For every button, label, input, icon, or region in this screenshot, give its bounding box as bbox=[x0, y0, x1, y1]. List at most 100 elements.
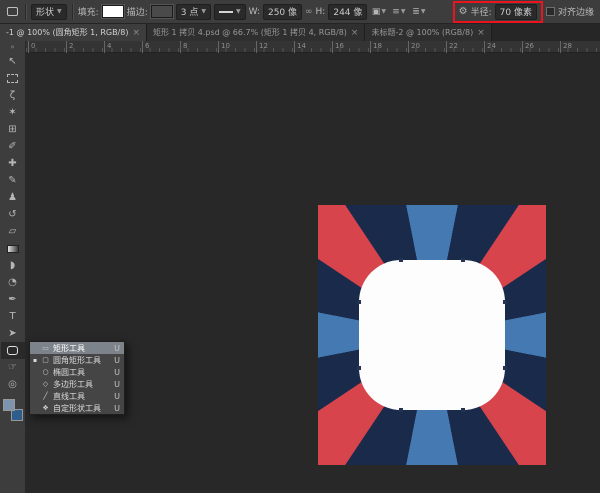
path-anchor-point[interactable] bbox=[503, 366, 507, 370]
tab-close-icon[interactable]: × bbox=[477, 28, 485, 38]
height-input[interactable]: 244 像 bbox=[328, 4, 367, 20]
menu-item-rounded-rectangle-tool-icon: ▢ bbox=[41, 356, 50, 364]
radius-value: 70 像素 bbox=[500, 5, 532, 18]
move-tool[interactable]: ↖ bbox=[1, 53, 25, 70]
tab-title: -1 @ 100% (圆角矩形 1, RGB/8) bbox=[6, 27, 128, 38]
clone-stamp-tool[interactable]: ♟ bbox=[1, 189, 25, 206]
ruler-number: 24 bbox=[484, 41, 496, 53]
ruler-number: 2 bbox=[66, 41, 73, 53]
eraser-tool[interactable]: ▱ bbox=[1, 223, 25, 240]
ruler-number: 16 bbox=[332, 41, 344, 53]
height-label: H: bbox=[316, 7, 326, 17]
path-alignment-icon: ≡ bbox=[392, 7, 400, 17]
ruler-number: 28 bbox=[560, 41, 572, 53]
stroke-type-dropdown[interactable]: ▼ bbox=[214, 4, 246, 20]
history-brush-tool[interactable]: ↺ bbox=[1, 206, 25, 223]
path-anchor-point[interactable] bbox=[399, 258, 403, 262]
line-style-icon bbox=[219, 11, 233, 13]
tool-mode-dropdown[interactable]: 形状 ▼ bbox=[31, 4, 67, 20]
shape-tools-flyout-menu: ▭矩形工具U▪▢圆角矩形工具U○椭圆工具U◇多边形工具U╱直线工具U❖自定形状工… bbox=[29, 341, 125, 415]
document-tab[interactable]: 矩形 1 拷贝 4.psd @ 66.7% (矩形 1 拷贝 4, RGB/8)… bbox=[147, 24, 365, 41]
menu-item-rounded-rectangle-tool[interactable]: ▪▢圆角矩形工具U bbox=[30, 354, 124, 366]
brush-tool[interactable]: ✎ bbox=[1, 172, 25, 189]
menu-item-label: 矩形工具 bbox=[53, 343, 111, 354]
quick-selection-tool[interactable]: ✶ bbox=[1, 104, 25, 121]
menu-item-ellipse-tool[interactable]: ○椭圆工具U bbox=[30, 366, 124, 378]
rectangular-marquee-tool[interactable] bbox=[1, 70, 25, 87]
gear-icon[interactable]: ⚙ bbox=[459, 6, 468, 17]
align-edges-option[interactable]: 对齐边缘 bbox=[546, 5, 594, 18]
radius-annotation-box: ⚙ 半径: 70 像素 bbox=[453, 1, 543, 23]
path-anchor-point[interactable] bbox=[503, 300, 507, 304]
menu-item-custom-shape-tool[interactable]: ❖自定形状工具U bbox=[30, 402, 124, 414]
pen-tool[interactable]: ✒ bbox=[1, 291, 25, 308]
menu-item-line-tool-icon: ╱ bbox=[41, 392, 50, 400]
path-arrangement-button[interactable]: ≣ ▼ bbox=[410, 4, 427, 20]
path-anchor-point[interactable] bbox=[461, 408, 465, 412]
white-rounded-shape[interactable] bbox=[359, 260, 505, 410]
link-dimensions-icon[interactable]: ∞ bbox=[305, 7, 313, 17]
current-tool-dot: ▪ bbox=[32, 357, 38, 364]
toolbar-collapse-icon[interactable]: » bbox=[0, 41, 25, 53]
chevron-down-icon: ▼ bbox=[57, 8, 62, 15]
chevron-down-icon: ▼ bbox=[236, 8, 241, 15]
ruler-number: 22 bbox=[446, 41, 458, 53]
menu-item-shortcut: U bbox=[114, 392, 120, 401]
ruler-number: 4 bbox=[104, 41, 111, 53]
eyedropper-tool[interactable]: ✐ bbox=[1, 138, 25, 155]
menu-item-polygon-tool[interactable]: ◇多边形工具U bbox=[30, 378, 124, 390]
crop-tool[interactable]: ⊞ bbox=[1, 121, 25, 138]
fill-label: 填充: bbox=[78, 5, 99, 18]
rounded-rectangle-tool[interactable] bbox=[1, 342, 25, 359]
healing-brush-tool[interactable]: ✚ bbox=[1, 155, 25, 172]
menu-item-label: 多边形工具 bbox=[53, 379, 111, 390]
artwork[interactable] bbox=[318, 205, 546, 465]
path-anchor-point[interactable] bbox=[399, 408, 403, 412]
fill-swatch[interactable] bbox=[102, 5, 124, 18]
tool-mode-value: 形状 bbox=[36, 5, 54, 18]
align-edges-checkbox[interactable] bbox=[546, 7, 555, 16]
type-tool[interactable]: T bbox=[1, 308, 25, 325]
stroke-width-field[interactable]: 3 点 ▼ bbox=[176, 4, 211, 20]
tab-close-icon[interactable]: × bbox=[132, 28, 140, 38]
path-arrangement-icon: ≣ bbox=[412, 7, 420, 17]
width-input[interactable]: 250 像 bbox=[263, 4, 302, 20]
path-alignment-button[interactable]: ≡ ▼ bbox=[390, 4, 407, 20]
path-anchor-point[interactable] bbox=[357, 300, 361, 304]
canvas-area[interactable] bbox=[26, 53, 600, 493]
document-tab[interactable]: -1 @ 100% (圆角矩形 1, RGB/8) × bbox=[0, 24, 147, 41]
hand-tool[interactable]: ☞ bbox=[1, 359, 25, 376]
zoom-tool[interactable]: ◎ bbox=[1, 376, 25, 393]
document-tab[interactable]: 未标题-2 @ 100% (RGB/8)× bbox=[365, 24, 491, 41]
tab-close-icon[interactable]: × bbox=[351, 28, 359, 38]
toolbar: » ↖ ζ✶⊞✐✚✎♟↺▱ ◗◔✒T➤ ☞◎ bbox=[0, 41, 26, 493]
color-swatches bbox=[3, 399, 23, 421]
menu-item-label: 圆角矩形工具 bbox=[53, 355, 111, 366]
chevron-down-icon: ▼ bbox=[381, 8, 386, 15]
ruler-number: 18 bbox=[370, 41, 382, 53]
align-edges-label: 对齐边缘 bbox=[558, 5, 594, 18]
stroke-swatch[interactable] bbox=[151, 5, 173, 18]
lasso-tool[interactable]: ζ bbox=[1, 87, 25, 104]
height-value: 244 像 bbox=[333, 5, 362, 18]
radius-label: 半径: bbox=[471, 5, 492, 18]
combine-shapes-button[interactable]: ▣ ▼ bbox=[370, 4, 387, 20]
dodge-tool[interactable]: ◔ bbox=[1, 274, 25, 291]
rounded-rectangle-tool-icon bbox=[7, 346, 18, 355]
menu-item-shortcut: U bbox=[114, 368, 120, 377]
stroke-label: 描边: bbox=[127, 5, 148, 18]
radius-input[interactable]: 70 像素 bbox=[495, 4, 537, 20]
menu-item-rectangle-tool[interactable]: ▭矩形工具U bbox=[30, 342, 124, 354]
ruler-number: 6 bbox=[142, 41, 149, 53]
path-selection-tool[interactable]: ➤ bbox=[1, 325, 25, 342]
chevron-down-icon: ▼ bbox=[421, 8, 426, 15]
tools-list: ↖ ζ✶⊞✐✚✎♟↺▱ ◗◔✒T➤ ☞◎ bbox=[1, 53, 25, 393]
menu-item-line-tool[interactable]: ╱直线工具U bbox=[30, 390, 124, 402]
path-anchor-point[interactable] bbox=[357, 366, 361, 370]
path-anchor-point[interactable] bbox=[461, 258, 465, 262]
gradient-tool[interactable] bbox=[1, 240, 25, 257]
blur-tool[interactable]: ◗ bbox=[1, 257, 25, 274]
foreground-color-swatch[interactable] bbox=[3, 399, 15, 411]
ruler-number: 0 bbox=[28, 41, 35, 53]
tab-bar: -1 @ 100% (圆角矩形 1, RGB/8)×矩形 1 拷贝 4.psd … bbox=[0, 24, 600, 41]
